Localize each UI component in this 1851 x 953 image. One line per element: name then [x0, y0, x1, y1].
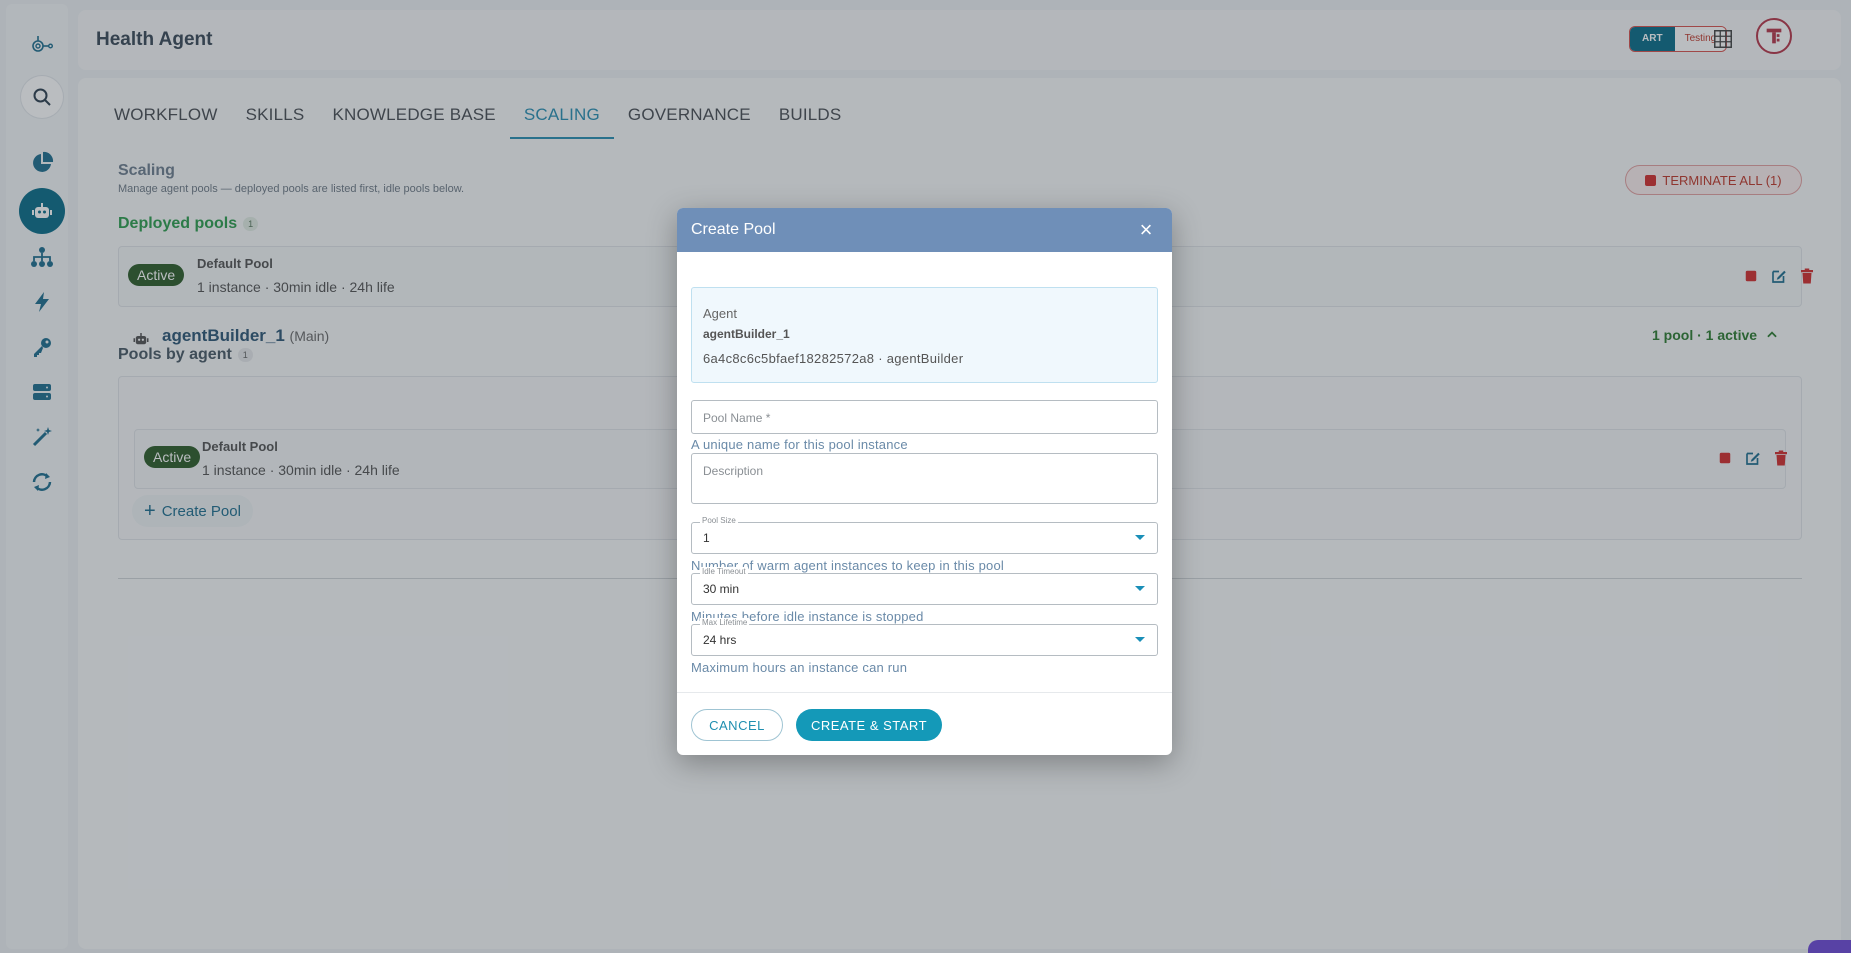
pool-size-select[interactable]: Pool Size 1: [691, 516, 1158, 554]
pool-size-label: Pool Size: [700, 516, 738, 525]
create-and-start-button[interactable]: CREATE & START: [796, 709, 942, 741]
max-lifetime-helper: Maximum hours an instance can run: [691, 660, 908, 675]
caret-down-icon: [1135, 535, 1145, 540]
max-lifetime-label: Max Lifetime: [700, 618, 750, 627]
idle-timeout-label: Idle Timeout: [700, 567, 748, 576]
dialog-title: Create Pool: [691, 221, 776, 238]
description-field[interactable]: Description: [691, 453, 1158, 504]
agent-name: agentBuilder_1: [703, 327, 790, 341]
agent-info-box: Agent agentBuilder_1 6a4c8c6c5bfaef18282…: [691, 287, 1158, 383]
pool-name-field[interactable]: Pool Name *: [691, 400, 1158, 434]
pool-size-value: 1: [703, 531, 710, 545]
idle-timeout-select[interactable]: Idle Timeout 30 min: [691, 567, 1158, 605]
max-lifetime-value: 24 hrs: [703, 633, 737, 647]
dialog-header: Create Pool ×: [677, 208, 1172, 252]
caret-down-icon: [1135, 637, 1145, 642]
dialog-footer: CANCEL CREATE & START: [677, 692, 1172, 755]
pool-name-placeholder: Pool Name *: [703, 411, 771, 425]
pool-name-helper: A unique name for this pool instance: [691, 437, 908, 452]
description-placeholder: Description: [703, 464, 764, 478]
caret-down-icon: [1135, 586, 1145, 591]
create-pool-dialog: Create Pool × Agent agentBuilder_1 6a4c8…: [677, 208, 1172, 755]
agent-label: Agent: [703, 306, 737, 321]
max-lifetime-select[interactable]: Max Lifetime 24 hrs: [691, 618, 1158, 656]
idle-timeout-value: 30 min: [703, 582, 740, 596]
agent-id: 6a4c8c6c5bfaef18282572a8 · agentBuilder: [703, 351, 964, 366]
cancel-button[interactable]: CANCEL: [691, 709, 783, 741]
close-icon[interactable]: ×: [1134, 217, 1158, 242]
